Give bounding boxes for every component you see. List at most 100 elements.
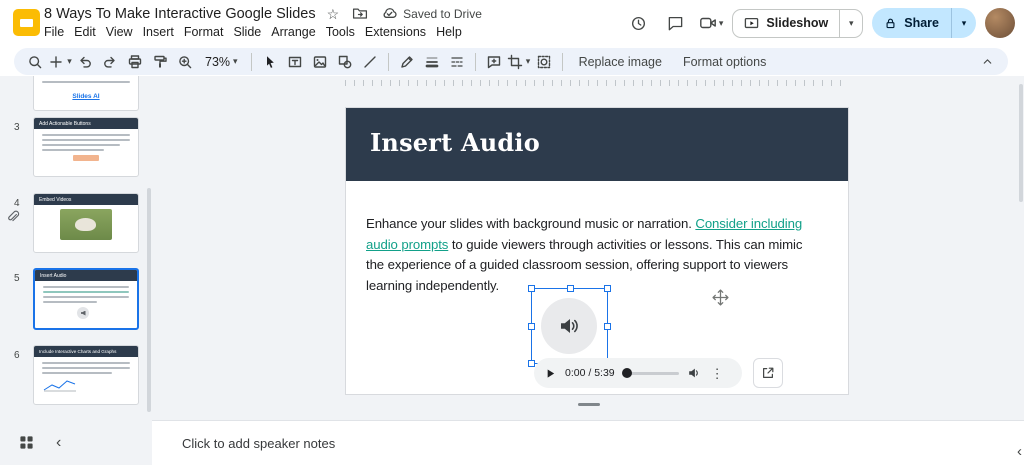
play-icon[interactable] [544, 367, 557, 380]
thumbnail-title: Embed Videos [34, 194, 138, 205]
menu-slide[interactable]: Slide [228, 23, 266, 41]
replace-image-button[interactable]: Replace image [569, 50, 672, 74]
resize-handle-nw[interactable] [528, 285, 535, 292]
resize-handle-n[interactable] [567, 285, 574, 292]
open-in-new-button[interactable] [753, 358, 783, 388]
account-avatar[interactable] [985, 8, 1015, 38]
text-box-icon[interactable] [283, 50, 307, 74]
zoom-icon[interactable] [173, 50, 197, 74]
menu-help[interactable]: Help [431, 23, 467, 41]
saved-status[interactable]: Saved to Drive [381, 5, 482, 22]
slideshow-label: Slideshow [766, 16, 828, 30]
grid-view-icon[interactable] [19, 435, 34, 450]
border-color-pen-icon[interactable] [395, 50, 419, 74]
document-title[interactable]: 8 Ways To Make Interactive Google Slides [44, 6, 316, 22]
slide-number: 6 [14, 350, 20, 361]
undo-icon[interactable] [73, 50, 97, 74]
crop-icon [507, 54, 523, 70]
paint-format-icon[interactable] [148, 50, 172, 74]
overflow-menu-icon[interactable]: ⋮ [709, 367, 726, 380]
move-folder-icon[interactable] [350, 4, 370, 24]
collapse-side-panel-icon[interactable]: ‹ [1017, 443, 1022, 460]
audio-seek-slider[interactable] [623, 372, 679, 375]
speaker-notes-placeholder[interactable]: Click to add speaker notes [182, 436, 335, 451]
insert-line-icon[interactable] [358, 50, 382, 74]
resize-handle-e[interactable] [604, 323, 611, 330]
slider-knob[interactable] [622, 368, 632, 378]
select-tool-icon[interactable] [258, 50, 282, 74]
menu-edit[interactable]: Edit [69, 23, 101, 41]
audio-time: 0:00 / 5:39 [565, 367, 615, 379]
collapse-filmstrip-icon[interactable]: ‹ [56, 435, 61, 451]
star-icon[interactable]: ☆ [327, 7, 340, 21]
thumbnail-title: Insert Audio [35, 270, 137, 281]
zoom-select[interactable]: 73% ▾ [198, 50, 245, 74]
redo-icon[interactable] [98, 50, 122, 74]
resize-handle-w[interactable] [528, 323, 535, 330]
menu-extensions[interactable]: Extensions [360, 23, 431, 41]
chevron-down-icon[interactable]: ▾ [719, 19, 724, 28]
slide-thumbnail-4[interactable]: Embed Videos [33, 193, 139, 253]
crop-button[interactable]: ▾ [507, 50, 531, 74]
text-line [43, 286, 129, 288]
resize-handle-sw[interactable] [528, 360, 535, 367]
insert-shape-icon[interactable] [333, 50, 357, 74]
menu-tools[interactable]: Tools [321, 23, 360, 41]
add-comment-icon[interactable] [482, 50, 506, 74]
comments-icon[interactable] [662, 9, 690, 37]
text-line [42, 139, 130, 141]
collapse-toolbar-icon[interactable] [975, 50, 999, 74]
text-line [42, 372, 112, 374]
thumbnail-content: Slides AI [34, 86, 138, 101]
menu-file[interactable]: File [39, 23, 69, 41]
canvas-scrollbar[interactable] [1019, 84, 1023, 202]
slide-thumbnail-6[interactable]: Include Interactive Charts and Graphs [33, 345, 139, 405]
volume-icon[interactable] [687, 366, 701, 380]
slide-body-text[interactable]: Enhance your slides with background musi… [366, 214, 813, 296]
menu-insert[interactable]: Insert [138, 23, 179, 41]
toolbar-divider [388, 53, 389, 71]
open-in-new-icon [761, 366, 775, 380]
share-button[interactable]: Share ▾ [872, 8, 976, 38]
cloud-saved-icon [381, 5, 398, 22]
slide-title-text[interactable]: Insert Audio [370, 128, 540, 157]
thumbnail-chart [43, 378, 77, 392]
menu-arrange[interactable]: Arrange [266, 23, 320, 41]
text-line [42, 367, 130, 369]
filmstrip-scrollbar[interactable] [147, 188, 151, 412]
slide-thumbnail-3[interactable]: Add Actionable Buttons [33, 117, 139, 177]
meet-button[interactable]: ▾ [699, 14, 724, 32]
insert-image-icon[interactable] [308, 50, 332, 74]
video-camera-icon [699, 14, 717, 32]
top-bar: 8 Ways To Make Interactive Google Slides… [0, 0, 1024, 46]
slideshow-button[interactable]: Slideshow ▾ [732, 9, 863, 38]
zoom-value: 73% [205, 55, 230, 69]
slide-thumbnail-2[interactable]: Slides AI [33, 76, 139, 111]
border-weight-icon[interactable] [420, 50, 444, 74]
mask-image-icon[interactable] [532, 50, 556, 74]
resize-handle-ne[interactable] [604, 285, 611, 292]
format-options-button[interactable]: Format options [673, 50, 776, 74]
thumbnail-title: Add Actionable Buttons [34, 118, 138, 129]
print-icon[interactable] [123, 50, 147, 74]
current-slide[interactable]: Insert Audio Enhance your slides with ba… [345, 107, 849, 395]
toolbar-divider [251, 53, 252, 71]
slide-thumbnail-5-selected[interactable]: Insert Audio [33, 268, 139, 330]
slides-ai-link[interactable]: Slides AI [72, 93, 99, 100]
menu-view[interactable]: View [101, 23, 138, 41]
version-history-icon[interactable] [625, 9, 653, 37]
slides-logo-icon[interactable] [13, 9, 40, 36]
chevron-down-icon: ▾ [526, 57, 531, 66]
slideshow-dropdown[interactable]: ▾ [839, 10, 862, 37]
slide-title-band: Insert Audio [346, 108, 848, 181]
text-line [42, 149, 104, 151]
share-dropdown[interactable]: ▾ [951, 8, 976, 38]
slide-number: 5 [14, 273, 20, 284]
border-dash-icon[interactable] [445, 50, 469, 74]
menu-format[interactable]: Format [179, 23, 229, 41]
new-slide-button[interactable]: ▾ [48, 50, 72, 74]
speaker-notes-bar[interactable]: Click to add speaker notes [152, 420, 1024, 465]
search-menus-icon[interactable] [23, 50, 47, 74]
text-line [43, 291, 129, 293]
paperclip-icon [5, 209, 21, 225]
